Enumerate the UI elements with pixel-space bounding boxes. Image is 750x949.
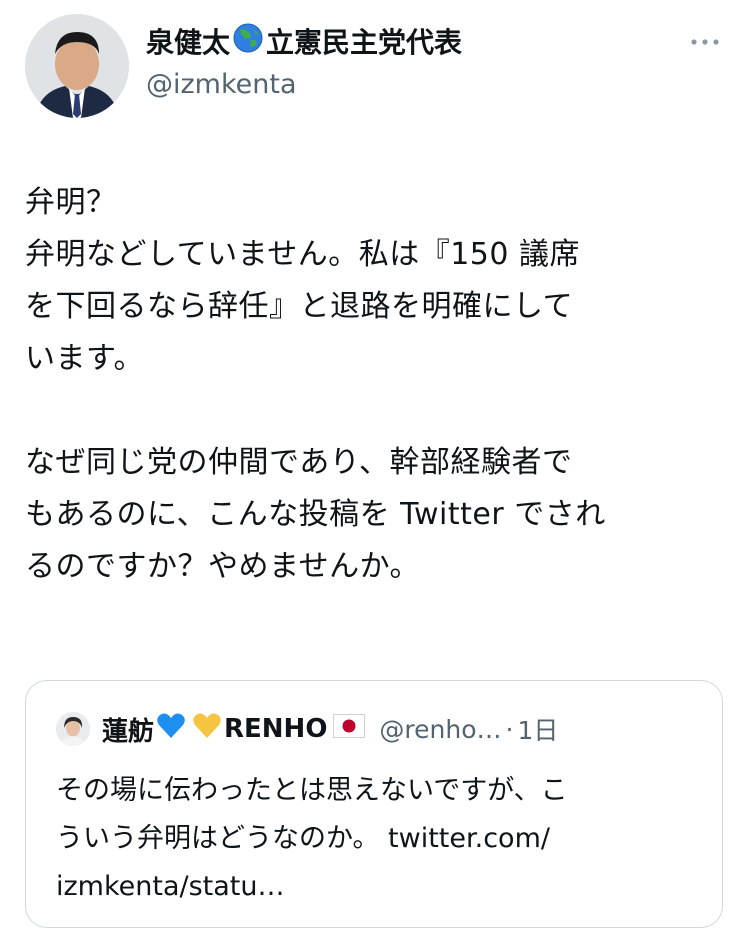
quoted-tweet-time[interactable]: 1日 (517, 711, 558, 747)
quoted-name-part1: 蓮舫 (102, 716, 155, 747)
quoted-tweet-card[interactable]: 蓮舫 RENHO @renho… · 1日 その場に伝わったとは思えないですが、… (25, 680, 723, 928)
more-horizontal-icon (690, 31, 720, 50)
author-display-name[interactable]: 泉健太 立憲民主党代表 (146, 22, 462, 64)
quoted-tweet-text: その場に伝わったとは思えないですが、こ ういう弁明はどうなのか。 twitter… (56, 775, 568, 902)
quoted-author-avatar[interactable] (56, 712, 90, 746)
tweet-text: 弁明？ 弁明などしていません。私は『150 議席 を下回るなら辞任』と退路を明確… (25, 185, 606, 584)
globe-asia-icon (232, 22, 264, 64)
blue-heart-icon (156, 712, 186, 747)
author-name-part2: 立憲民主党代表 (266, 26, 463, 59)
tweet-header: 泉健太 立憲民主党代表 @izmkenta (25, 14, 725, 118)
yellow-heart-icon (192, 712, 222, 747)
quoted-author-name[interactable]: 蓮舫 RENHO (102, 711, 366, 748)
separator-dot: · (505, 714, 514, 744)
quoted-tweet-header: 蓮舫 RENHO @renho… · 1日 (56, 711, 558, 747)
quoted-name-part2: RENHO (224, 714, 328, 744)
author-name-part1: 泉健太 (146, 26, 231, 59)
author-names: 泉健太 立憲民主党代表 @izmkenta (146, 22, 462, 104)
author-avatar[interactable] (25, 14, 129, 118)
japan-flag-icon (333, 713, 366, 745)
more-button[interactable] (685, 30, 725, 50)
quoted-author-handle[interactable]: @renho… (379, 715, 501, 744)
author-handle[interactable]: @izmkenta (146, 66, 462, 104)
